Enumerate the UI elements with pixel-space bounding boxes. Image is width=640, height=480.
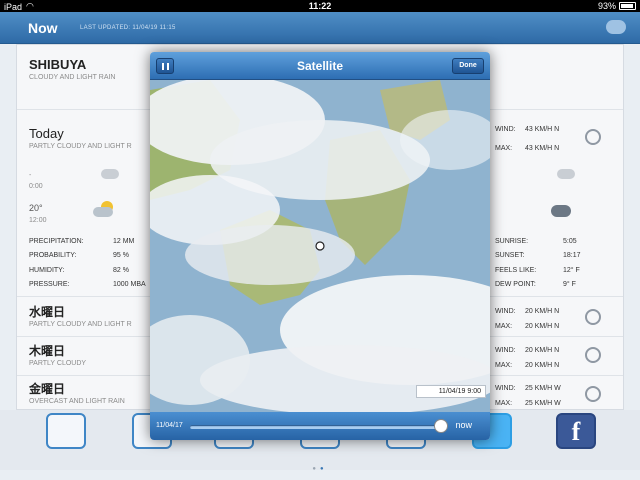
probability-label: PROBABILITY: [29, 252, 77, 259]
day-max-label: MAX: [495, 323, 513, 330]
frame-timestamp: 11/04/19 9:00 [416, 385, 486, 398]
humidity-value: 82 % [113, 267, 129, 274]
day-max-value: 20 KM/H N [525, 362, 560, 369]
day-max-value: 20 KM/H N [525, 323, 560, 330]
satellite-map[interactable]: 11/04/19 9:00 [150, 75, 490, 415]
battery-percent: 93% [597, 1, 616, 11]
day-wind-label: WIND: [495, 385, 516, 392]
day-wind-value: 25 KM/H W [525, 385, 561, 392]
day-name: 木曜日 [29, 344, 66, 358]
precip-value: 12 MM [113, 238, 135, 245]
pressure-label: PRESSURE: [29, 281, 70, 288]
day-wind-label: WIND: [495, 347, 516, 354]
today-condition: PARTLY CLOUDY AND LIGHT R [29, 143, 132, 150]
temp-c: 20° [29, 203, 43, 213]
storm-icon [549, 201, 571, 223]
wind-label: WIND: [495, 126, 516, 133]
feels-like-label: FEELS LIKE: [495, 267, 537, 274]
location-name: SHIBUYA [29, 57, 87, 72]
timeline-track[interactable] [190, 425, 446, 429]
humidity-label: HUMIDITY: [29, 267, 65, 274]
sun-rain-icon [93, 201, 115, 223]
status-bar: iPad ◠ 11:22 93% [0, 0, 640, 12]
cloud-button[interactable] [606, 20, 626, 34]
wind-value: 43 KM/H N [525, 126, 560, 133]
clock: 11:22 [308, 1, 332, 11]
wind-direction-icon [585, 347, 601, 363]
sunset-value: 18:17 [563, 252, 581, 259]
location-condition: CLOUDY AND LIGHT RAIN [29, 74, 116, 81]
timeline-end: now [455, 420, 472, 430]
day-wind-value: 20 KM/H N [525, 347, 560, 354]
feels-like-value: 12° F [563, 267, 580, 274]
weather-tab-button[interactable] [46, 413, 86, 449]
modal-title: Satellite [296, 59, 344, 73]
day-condition: PARTLY CLOUDY AND LIGHT R [29, 321, 132, 328]
cloud-icon [557, 169, 575, 179]
sunset-label: SUNSET: [495, 252, 525, 259]
day-wind-value: 20 KM/H N [525, 308, 560, 315]
timeline-bar: 11/04/17 now [150, 412, 490, 440]
timeline-slider-knob[interactable] [433, 419, 448, 433]
page-indicator: ●● [312, 466, 328, 472]
sunrise-label: SUNRISE: [495, 238, 529, 245]
max-value: 43 KM/H N [525, 145, 560, 152]
day-wind-label: WIND: [495, 308, 516, 315]
cloud-icon [101, 169, 119, 179]
wind-direction-icon [585, 129, 601, 145]
wind-direction-icon [585, 386, 601, 402]
probability-value: 95 % [113, 252, 129, 259]
today-title: Today [29, 126, 64, 141]
app-header: Now LAST UPDATED: 11/04/19 11:15 [0, 12, 640, 44]
last-updated: LAST UPDATED: 11/04/19 11:15 [80, 25, 176, 31]
done-button[interactable]: Done [452, 58, 484, 74]
pressure-value: 1000 MBA [113, 281, 146, 288]
temp-a: - [29, 172, 32, 179]
dew-point-label: DEW POINT: [495, 281, 536, 288]
timeline-start: 11/04/17 [156, 422, 183, 429]
day-max-label: MAX: [495, 400, 513, 407]
wind-direction-icon [585, 309, 601, 325]
day-max-label: MAX: [495, 362, 513, 369]
dew-point-value: 9° F [563, 281, 576, 288]
day-name: 水曜日 [29, 305, 66, 319]
precip-label: PRECIPITATION: [29, 238, 84, 245]
temp-b: 0:00 [29, 183, 43, 190]
temp-time: 12:00 [29, 217, 47, 224]
day-name: 金曜日 [29, 382, 66, 396]
satellite-modal: Satellite Done 11/04/19 9:00 11/04/17 no… [150, 52, 490, 440]
page-title: Now [28, 20, 58, 36]
day-condition: PARTLY CLOUDY [29, 360, 87, 367]
day-condition: OVERCAST AND LIGHT RAIN [29, 398, 125, 405]
battery-icon [619, 2, 636, 10]
facebook-button[interactable]: f [556, 413, 596, 449]
max-label: MAX: [495, 145, 513, 152]
sunrise-value: 5:05 [563, 238, 577, 245]
day-max-value: 25 KM/H W [525, 400, 561, 407]
modal-header: Satellite Done [150, 52, 490, 80]
